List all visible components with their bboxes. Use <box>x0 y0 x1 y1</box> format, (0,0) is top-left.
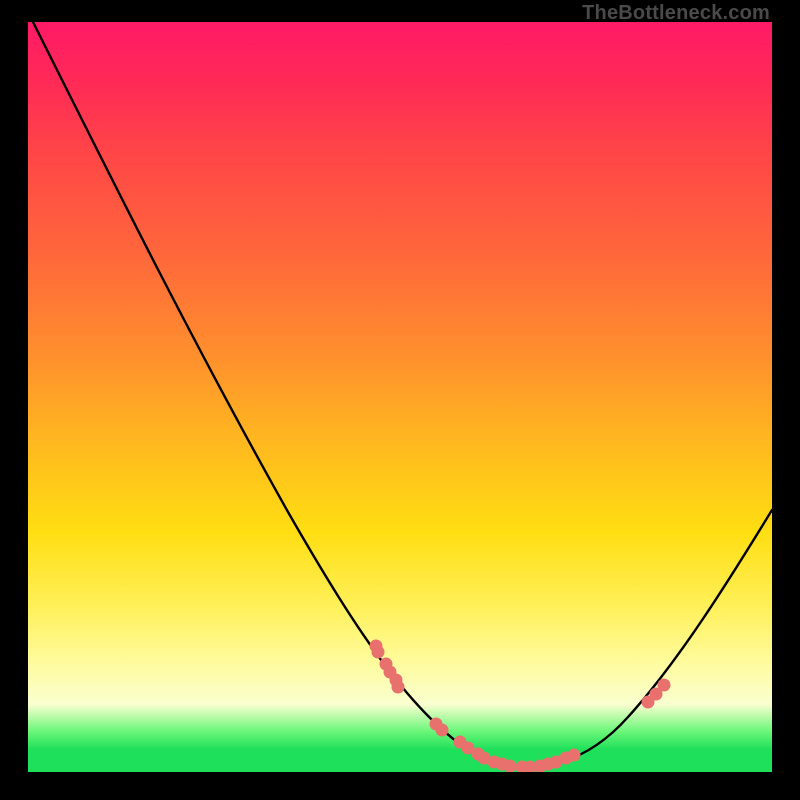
data-point <box>372 646 385 659</box>
curve-layer <box>28 22 772 772</box>
marker-group <box>370 640 671 773</box>
plot-area <box>28 22 772 772</box>
data-point <box>568 749 581 762</box>
chart-frame: TheBottleneck.com <box>0 0 800 800</box>
bottleneck-curve <box>28 22 772 768</box>
data-point <box>504 760 517 773</box>
data-point <box>392 681 405 694</box>
data-point <box>436 724 449 737</box>
data-point <box>658 679 671 692</box>
